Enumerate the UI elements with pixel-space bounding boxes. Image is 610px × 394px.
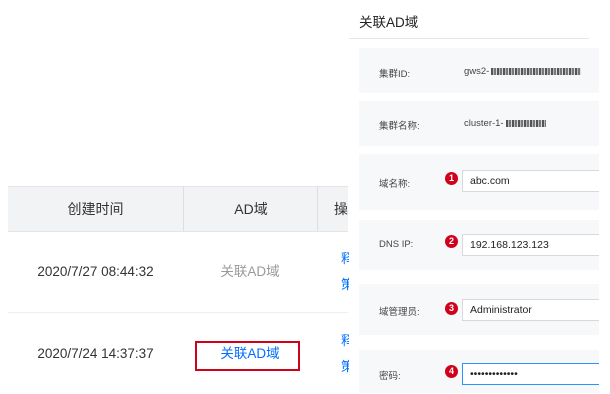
redacted-text xyxy=(491,67,582,75)
column-header-created-time: 创建时间 xyxy=(67,201,124,217)
table-row: 2020/7/27 08:44:32 关联AD域 释 策 xyxy=(8,232,353,313)
step-badge-3: 3 xyxy=(445,302,458,315)
created-time-cell: 2020/7/27 08:44:32 xyxy=(37,264,154,279)
domain-name-input[interactable]: abc.com xyxy=(462,170,599,192)
cluster-id-row: 集群ID: gws2- xyxy=(359,48,599,93)
domain-admin-input[interactable]: Administrator xyxy=(462,299,599,321)
dns-ip-row: DNS IP: 2 192.168.123.123 xyxy=(359,220,599,270)
dialog-title: 关联AD域 xyxy=(359,15,419,30)
divider xyxy=(349,38,589,39)
password-input[interactable]: ••••••••••••• xyxy=(462,363,599,385)
step-badge-1: 1 xyxy=(445,172,458,185)
column-header-operation: 操 xyxy=(317,187,348,231)
highlight-box xyxy=(195,341,300,371)
password-row: 密码: 4 ••••••••••••• xyxy=(359,350,599,393)
cluster-id-label: 集群ID: xyxy=(379,69,411,80)
dns-ip-input[interactable]: 192.168.123.123 xyxy=(462,234,599,256)
domain-name-label: 域名称: xyxy=(379,179,411,190)
cluster-name-value: cluster-1- xyxy=(464,118,546,129)
associate-ad-dialog: 关联AD域 集群ID: gws2- 集群名称: cluster-1- 域名称: … xyxy=(349,0,610,393)
created-time-cell: 2020/7/24 14:37:37 xyxy=(37,346,154,361)
dns-ip-label: DNS IP: xyxy=(379,239,414,250)
associate-ad-link-disabled: 关联AD域 xyxy=(220,264,280,279)
cluster-name-label: 集群名称: xyxy=(379,121,420,132)
table-header: 创建时间 AD域 操 xyxy=(8,186,348,232)
domain-admin-label: 域管理员: xyxy=(379,307,420,318)
domain-admin-row: 域管理员: 3 Administrator xyxy=(359,284,599,335)
step-badge-2: 2 xyxy=(445,235,458,248)
domain-name-row: 域名称: 1 abc.com xyxy=(359,154,599,210)
cluster-id-value: gws2- xyxy=(464,66,582,77)
step-badge-4: 4 xyxy=(445,365,458,378)
redacted-text xyxy=(505,119,546,127)
cluster-name-row: 集群名称: cluster-1- xyxy=(359,101,599,146)
password-label: 密码: xyxy=(379,371,401,382)
column-header-ad-domain: AD域 xyxy=(183,187,318,231)
